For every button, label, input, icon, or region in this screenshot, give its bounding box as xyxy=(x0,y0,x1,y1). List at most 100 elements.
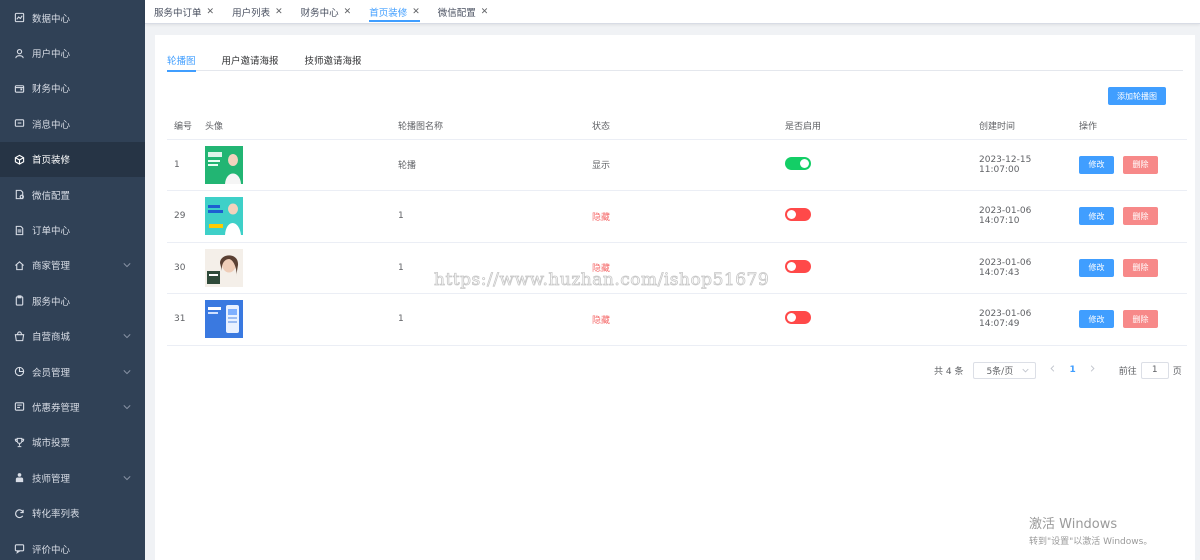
close-icon[interactable]: ✕ xyxy=(412,7,420,17)
delete-button[interactable]: 删除 xyxy=(1123,207,1158,226)
edit-button[interactable]: 修改 xyxy=(1079,207,1114,226)
chevron-down-icon xyxy=(123,368,131,376)
close-icon[interactable]: ✕ xyxy=(344,7,352,17)
next-page-button[interactable] xyxy=(1089,365,1096,375)
cell-created: 2023-01-06 14:07:43 xyxy=(972,242,1072,294)
sidebar-item-11[interactable]: 优惠券管理 xyxy=(0,389,145,424)
tag-tab-0[interactable]: 服务中订单 ✕ xyxy=(145,0,223,23)
tag-tab-4[interactable]: 微信配置 ✕ xyxy=(429,0,498,23)
person-icon xyxy=(14,472,25,483)
edit-button[interactable]: 修改 xyxy=(1079,258,1114,277)
chevron-down-icon xyxy=(123,332,131,340)
toggle-knob xyxy=(800,158,809,168)
cell-status: 隐藏 xyxy=(585,293,778,346)
cell-enabled xyxy=(778,190,972,243)
sidebar-item-3[interactable]: 消息中心 xyxy=(0,106,145,141)
cell-status: 显示 xyxy=(585,139,778,191)
tag-tab-3[interactable]: 首页装修 ✕ xyxy=(360,0,429,23)
sidebar-item-5[interactable]: 微信配置 xyxy=(0,177,145,212)
delete-button[interactable]: 删除 xyxy=(1123,310,1158,329)
document-icon xyxy=(14,225,25,236)
tag-tab-label: 微信配置 xyxy=(437,7,476,19)
sidebar-item-10[interactable]: 会员管理 xyxy=(0,354,145,389)
inner-tab-0[interactable]: 轮播图 xyxy=(167,49,196,72)
close-icon[interactable]: ✕ xyxy=(481,7,489,17)
col-header-status: 状态 xyxy=(585,113,778,140)
sidebar-item-label: 数据中心 xyxy=(32,13,71,25)
sidebar: 数据中心用户中心 财务中心 消息中心 首页装修 微信配置 订单中心 商家管理 服务中心 自营商城… xyxy=(0,0,145,560)
toggle-knob xyxy=(787,210,796,220)
chevron-down-icon xyxy=(1022,368,1030,373)
inner-tab-2[interactable]: 技师邀请海报 xyxy=(305,49,362,71)
edit-button[interactable]: 修改 xyxy=(1079,155,1114,174)
close-icon[interactable]: ✕ xyxy=(275,7,283,17)
sidebar-item-label: 技师管理 xyxy=(32,473,71,485)
sidebar-item-label: 转化率列表 xyxy=(32,509,80,521)
chevron-down-icon xyxy=(123,403,131,411)
col-header-name: 轮播图名称 xyxy=(391,113,585,140)
table-header-row: 编号 头像 轮播图名称 状态 是否启用 创建时间 操作 xyxy=(167,113,1187,140)
tag-tab-1[interactable]: 用户列表 ✕ xyxy=(223,0,292,23)
pagination: 共 4 条 5条/页 1 前往 页 xyxy=(934,361,1182,379)
sidebar-item-13[interactable]: 技师管理 xyxy=(0,460,145,495)
toggle-knob xyxy=(787,261,796,271)
cell-id: 31 xyxy=(167,293,198,346)
sidebar-item-15[interactable]: 评价中心 xyxy=(0,531,145,560)
add-banner-button[interactable]: 添加轮播图 xyxy=(1108,87,1166,105)
table-row: 29 1 隐藏 2023-01-06 14:07:10 修改 删除 xyxy=(167,190,1187,243)
sidebar-item-2[interactable]: 财务中心 xyxy=(0,71,145,106)
enable-toggle[interactable] xyxy=(785,311,811,325)
sidebar-item-12[interactable]: 城市投票 xyxy=(0,425,145,460)
enable-toggle[interactable] xyxy=(785,259,811,273)
home-icon xyxy=(14,260,25,271)
sidebar-item-label: 会员管理 xyxy=(32,367,71,379)
goto-page-input[interactable] xyxy=(1140,361,1169,379)
page-number[interactable]: 1 xyxy=(1069,365,1075,375)
sidebar-item-6[interactable]: 订单中心 xyxy=(0,212,145,247)
sidebar-item-1[interactable]: 用户中心 xyxy=(0,35,145,70)
sidebar-item-7[interactable]: 商家管理 xyxy=(0,248,145,283)
cell-enabled xyxy=(778,293,972,346)
pagination-total: 共 4 条 xyxy=(934,366,964,377)
banner-thumbnail xyxy=(205,145,391,184)
banner-thumbnail xyxy=(205,248,391,287)
activation-subtitle: 转到"设置"以激活 Windows。 xyxy=(1029,537,1153,547)
table-row: 31 1 隐藏 2023-01-06 14:07:49 修改 删除 xyxy=(167,293,1187,346)
cell-name: 1 xyxy=(391,190,585,243)
sidebar-item-9[interactable]: 自营商城 xyxy=(0,319,145,354)
inner-tab-1[interactable]: 用户邀请海报 xyxy=(222,49,279,71)
cell-created: 2023-01-06 14:07:49 xyxy=(972,293,1072,346)
tag-tab-label: 服务中订单 xyxy=(154,7,202,19)
banner-thumbnail xyxy=(205,300,391,339)
cell-id: 1 xyxy=(167,139,198,191)
cell-actions: 修改 删除 xyxy=(1072,293,1187,346)
banner-table: 编号 头像 轮播图名称 状态 是否启用 创建时间 操作 1 轮播 显示 2023… xyxy=(167,113,1187,346)
tags-view-bar: 服务中订单 ✕ 用户列表 ✕ 财务中心 ✕ 首页装修 ✕ 微信配置 ✕ xyxy=(145,0,1200,24)
delete-button[interactable]: 删除 xyxy=(1123,155,1158,174)
prev-page-button[interactable] xyxy=(1049,365,1056,375)
enable-toggle[interactable] xyxy=(785,156,811,170)
cell-actions: 修改 删除 xyxy=(1072,242,1187,294)
cell-id: 30 xyxy=(167,242,198,294)
sidebar-item-8[interactable]: 服务中心 xyxy=(0,283,145,318)
close-icon[interactable]: ✕ xyxy=(207,7,215,17)
coupon-icon xyxy=(14,401,25,412)
cell-id: 29 xyxy=(167,190,198,243)
sidebar-item-label: 城市投票 xyxy=(32,438,71,450)
cell-created: 2023-12-15 11:07:00 xyxy=(972,139,1072,191)
col-header-id: 编号 xyxy=(167,113,198,140)
sidebar-item-4[interactable]: 首页装修 xyxy=(0,141,145,177)
chart-icon xyxy=(14,12,25,23)
delete-button[interactable]: 删除 xyxy=(1123,258,1158,277)
sidebar-item-14[interactable]: 转化率列表 xyxy=(0,495,145,530)
cell-name: 1 xyxy=(391,293,585,346)
sidebar-item-0[interactable]: 数据中心 xyxy=(0,0,145,35)
shop-icon xyxy=(14,331,25,342)
col-header-enabled: 是否启用 xyxy=(778,113,972,140)
page-size-select[interactable]: 5条/页 xyxy=(973,361,1037,379)
sidebar-item-label: 优惠券管理 xyxy=(32,402,80,414)
cell-avatar xyxy=(198,242,391,294)
edit-button[interactable]: 修改 xyxy=(1079,310,1114,329)
tag-tab-2[interactable]: 财务中心 ✕ xyxy=(292,0,361,23)
enable-toggle[interactable] xyxy=(785,208,811,222)
